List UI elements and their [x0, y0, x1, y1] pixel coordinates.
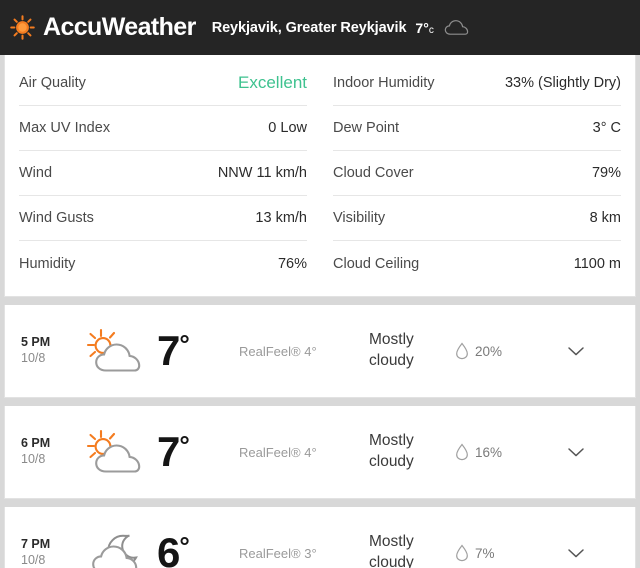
hourly-precipitation: 20%	[455, 342, 551, 360]
detail-row-wind-gusts[interactable]: Wind Gusts 13 km/h	[19, 196, 307, 241]
brand-name: AccuWeather	[43, 13, 196, 41]
chevron-down-icon[interactable]	[551, 345, 585, 357]
detail-row-humidity[interactable]: Humidity 76%	[19, 241, 307, 286]
hourly-date: 10/8	[21, 351, 46, 365]
details-right-column: Indoor Humidity 33% (Slightly Dry) Dew P…	[333, 61, 621, 286]
detail-label: Wind Gusts	[19, 210, 94, 226]
detail-value: NNW 11 km/h	[217, 165, 307, 181]
chevron-down-icon[interactable]	[551, 446, 585, 458]
hourly-hour: 5 PM	[21, 335, 51, 350]
hourly-temperature-value: 6	[157, 529, 180, 568]
detail-value: 1100 m	[573, 255, 621, 272]
hourly-row[interactable]: 6 PM 10/8 7° RealFeel® 4° Mostly cloudy …	[5, 406, 635, 498]
content-scroll-area[interactable]: Air Quality Excellent Max UV Index 0 Low…	[0, 55, 640, 568]
hourly-time-block: 6 PM 10/8	[21, 436, 79, 467]
hourly-temperature: 7°	[157, 330, 239, 372]
hourly-temperature-value: 7	[157, 327, 180, 374]
detail-value: 8 km	[589, 210, 621, 226]
detail-row-cloud-ceiling[interactable]: Cloud Ceiling 1100 m	[333, 241, 621, 286]
hourly-precipitation: 16%	[455, 443, 551, 461]
detail-row-wind[interactable]: Wind NNW 11 km/h	[19, 151, 307, 196]
detail-label: Air Quality	[19, 75, 86, 91]
droplet-icon	[456, 342, 468, 360]
header-temperature: 7°c	[415, 20, 433, 36]
hourly-hour: 6 PM	[21, 436, 51, 451]
detail-value: 3° C	[592, 120, 621, 136]
hourly-temperature: 6°	[157, 532, 239, 568]
hourly-date: 10/8	[21, 553, 46, 567]
location-summary[interactable]: Reykjavik, Greater Reykjavik 7°c	[212, 19, 470, 36]
hourly-precipitation-value: 7%	[475, 545, 495, 561]
detail-label: Wind	[19, 165, 53, 181]
detail-value: Excellent	[238, 73, 307, 92]
moon-behind-cloud-icon	[79, 527, 157, 568]
hourly-precipitation-value: 20%	[475, 343, 503, 359]
hourly-row[interactable]: 7 PM 10/8 6° RealFeel® 3° Mostly cloudy …	[5, 507, 635, 568]
cloud-icon	[444, 20, 469, 35]
droplet-icon	[456, 443, 468, 461]
detail-label: Visibility	[333, 210, 386, 226]
hourly-condition-phrase: Mostly cloudy	[369, 331, 414, 369]
detail-row-dew-point[interactable]: Dew Point 3° C	[333, 106, 621, 151]
hourly-time-block: 5 PM 10/8	[21, 335, 79, 366]
detail-label: Humidity	[19, 255, 76, 272]
hourly-temperature-value: 7	[157, 428, 180, 475]
hourly-condition-phrase: Mostly cloudy	[369, 533, 414, 568]
hourly-realfeel: RealFeel® 3°	[239, 545, 317, 561]
droplet-icon	[456, 544, 468, 562]
hourly-degree-symbol: °	[179, 329, 189, 359]
detail-label: Max UV Index	[19, 120, 111, 136]
chevron-down-icon[interactable]	[551, 547, 585, 559]
detail-row-indoor-humidity[interactable]: Indoor Humidity 33% (Slightly Dry)	[333, 61, 621, 106]
detail-row-visibility[interactable]: Visibility 8 km	[333, 196, 621, 241]
location-name: Reykjavik, Greater Reykjavik	[211, 19, 407, 36]
sun-behind-cloud-icon	[79, 426, 157, 478]
sun-behind-cloud-icon	[79, 325, 157, 377]
hourly-forecast-card[interactable]: 6 PM 10/8 7° RealFeel® 4° Mostly cloudy …	[4, 406, 636, 499]
hourly-realfeel: RealFeel® 4°	[239, 343, 317, 359]
current-conditions-details-card: Air Quality Excellent Max UV Index 0 Low…	[4, 55, 636, 297]
detail-label: Indoor Humidity	[333, 75, 435, 91]
header-temperature-value: 7°	[415, 19, 429, 36]
hourly-precipitation-value: 16%	[475, 444, 503, 460]
hourly-hour: 7 PM	[21, 537, 51, 552]
detail-row-max-uv-index[interactable]: Max UV Index 0 Low	[19, 106, 307, 151]
hourly-date: 10/8	[21, 452, 46, 466]
accuweather-logo[interactable]: AccuWeather	[10, 13, 196, 42]
detail-value: 76%	[277, 255, 307, 272]
hourly-time-block: 7 PM 10/8	[21, 537, 79, 568]
detail-value: 13 km/h	[255, 210, 307, 226]
details-left-column: Air Quality Excellent Max UV Index 0 Low…	[19, 61, 307, 286]
detail-label: Cloud Cover	[333, 165, 414, 181]
hourly-realfeel: RealFeel® 4°	[239, 444, 317, 460]
hourly-precipitation: 7%	[455, 544, 551, 562]
header-temperature-unit: c	[428, 24, 434, 36]
hourly-degree-symbol: °	[179, 430, 189, 460]
detail-row-air-quality[interactable]: Air Quality Excellent	[19, 61, 307, 106]
hourly-condition-phrase: Mostly cloudy	[369, 432, 414, 470]
detail-row-cloud-cover[interactable]: Cloud Cover 79%	[333, 151, 621, 196]
detail-label: Cloud Ceiling	[333, 255, 420, 272]
detail-value: 0 Low	[268, 120, 307, 136]
app-header: AccuWeather Reykjavik, Greater Reykjavik…	[0, 0, 640, 55]
hourly-row[interactable]: 5 PM 10/8 7° RealFeel® 4° Mostly cloudy …	[5, 305, 635, 397]
hourly-temperature: 7°	[157, 431, 239, 473]
hourly-forecast-card[interactable]: 5 PM 10/8 7° RealFeel® 4° Mostly cloudy …	[4, 305, 636, 398]
sun-icon	[10, 15, 35, 40]
detail-value: 79%	[591, 165, 621, 181]
hourly-degree-symbol: °	[179, 531, 189, 561]
hourly-forecast-card[interactable]: 7 PM 10/8 6° RealFeel® 3° Mostly cloudy …	[4, 507, 636, 568]
detail-label: Dew Point	[333, 120, 400, 136]
detail-value: 33% (Slightly Dry)	[504, 75, 621, 91]
